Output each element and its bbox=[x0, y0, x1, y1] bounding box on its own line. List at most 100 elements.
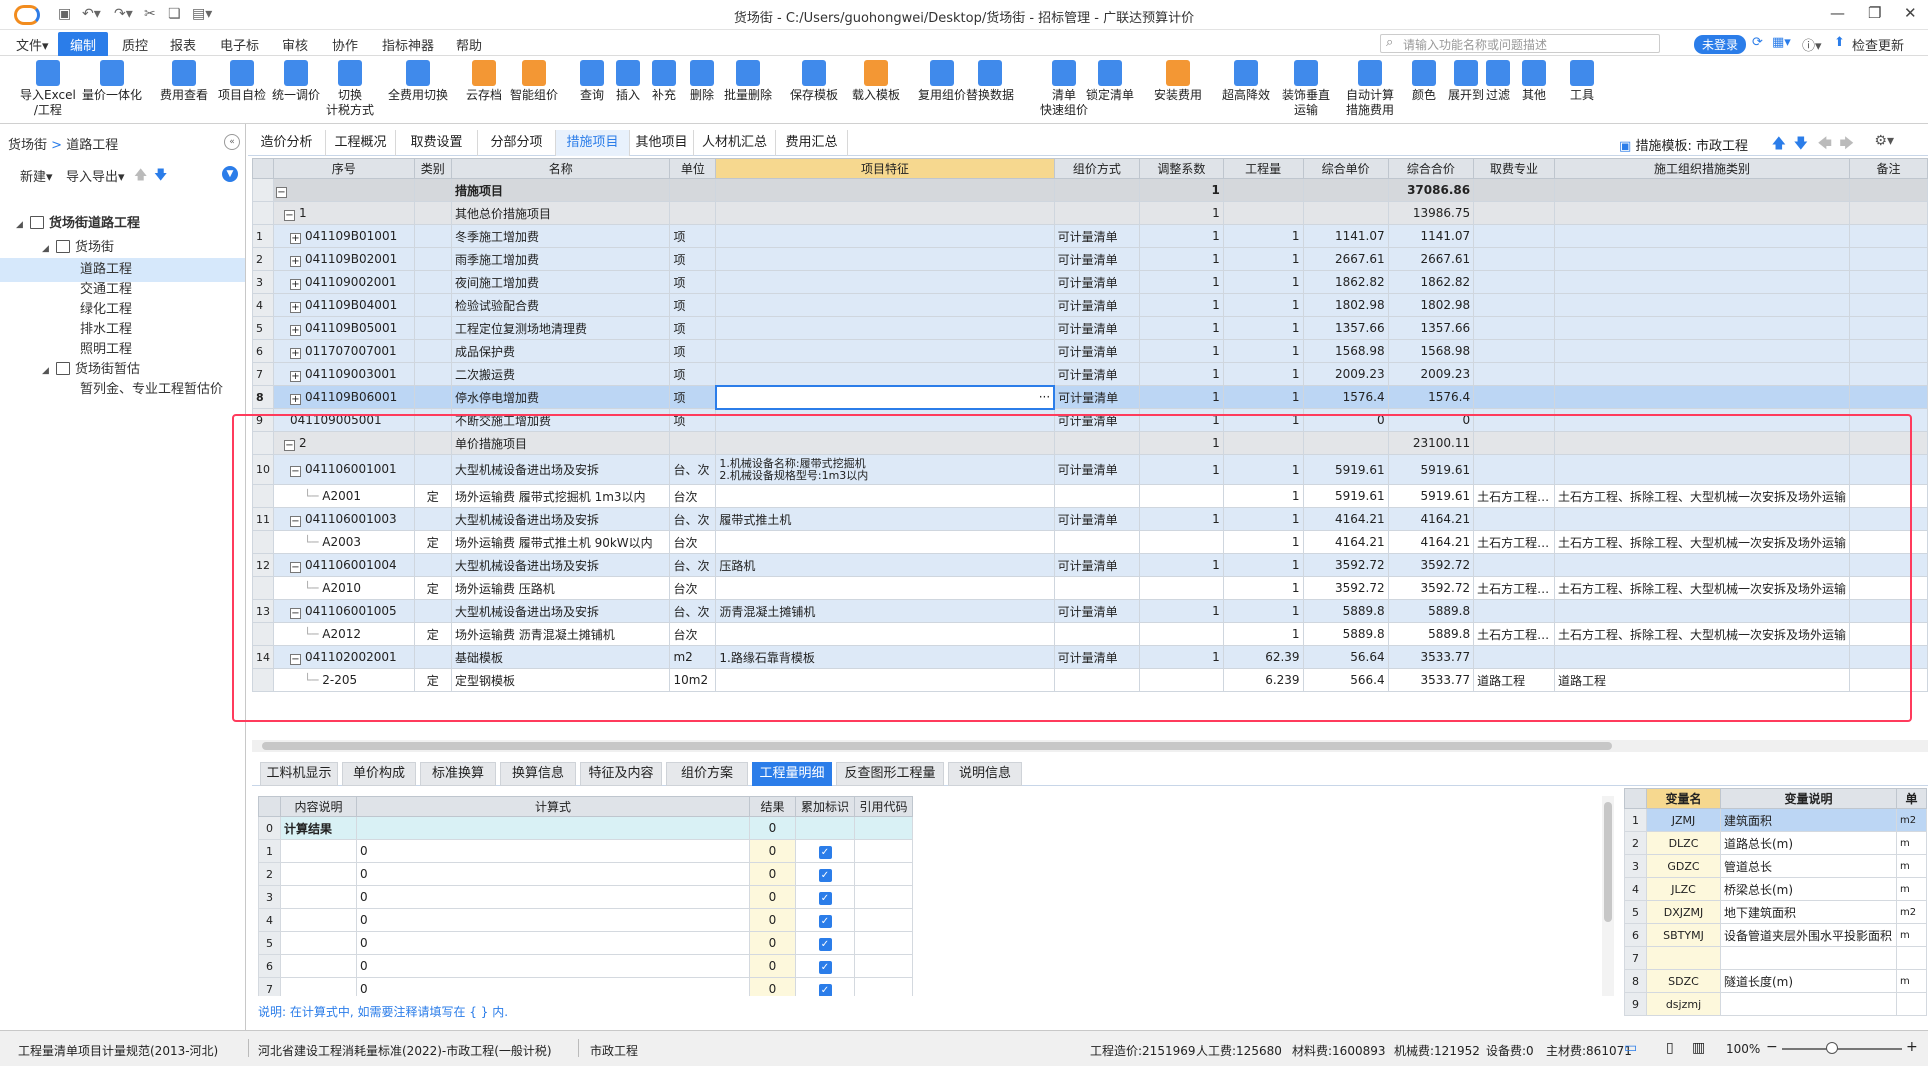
column-header[interactable]: 综合合价 bbox=[1387, 158, 1475, 179]
cell-measure[interactable]: 土石方工程、拆除工程、大型机械一次安拆及场外运输 bbox=[1554, 530, 1851, 554]
cell-code[interactable]: +041109003001 bbox=[273, 362, 415, 386]
table-row[interactable]: 11−041106001003 大型机械设备进出场及安拆 台、次 履带式推土机 可计量清… bbox=[252, 507, 1928, 531]
cell-spec[interactable] bbox=[1473, 507, 1556, 531]
horizontal-scrollbar[interactable] bbox=[252, 740, 1928, 752]
cell-note[interactable] bbox=[1849, 224, 1928, 248]
cell-description[interactable] bbox=[280, 885, 357, 909]
cell-measure[interactable] bbox=[1554, 293, 1851, 317]
cell-price[interactable]: 0 bbox=[1302, 408, 1389, 432]
cell-method[interactable]: 可计量清单 bbox=[1053, 293, 1141, 317]
collapse-minus-icon[interactable]: − bbox=[290, 515, 301, 527]
cell-unit[interactable]: 台次 bbox=[669, 622, 717, 646]
tab-1[interactable]: 工程概况 bbox=[326, 130, 396, 156]
cell-coef[interactable]: 1 bbox=[1139, 293, 1224, 317]
collapse-minus-icon[interactable]: − bbox=[290, 561, 301, 573]
toolbar-button-fee-view[interactable]: 费用查看 bbox=[160, 60, 208, 103]
cell-total[interactable]: 2667.61 bbox=[1387, 247, 1475, 271]
cell-qty[interactable]: 1 bbox=[1222, 224, 1304, 248]
table-row[interactable]: └─ A2003 定场外运输费 履带式推土机 90kW以内 台次 1 4164.21 41… bbox=[252, 530, 1928, 554]
cell-spec[interactable] bbox=[1473, 431, 1556, 455]
table-row[interactable]: 3 GDZC 管道总长 m bbox=[1624, 854, 1927, 878]
expand-all-icon[interactable]: ▼ bbox=[222, 166, 238, 182]
cell-formula[interactable]: 0 bbox=[356, 977, 750, 996]
expand-plus-icon[interactable]: + bbox=[290, 393, 301, 405]
expand-plus-icon[interactable]: + bbox=[290, 301, 301, 313]
expand-plus-icon[interactable]: + bbox=[290, 347, 301, 359]
table-row[interactable]: └─ A2001 定场外运输费 履带式挖掘机 1m3以内 台次 1 5919.61 591… bbox=[252, 484, 1928, 508]
cell-price[interactable]: 5889.8 bbox=[1302, 622, 1389, 646]
table-row[interactable]: 8 SDZC 隧道长度(m) m bbox=[1624, 969, 1927, 993]
cell-measure[interactable] bbox=[1554, 408, 1851, 432]
cell-code[interactable]: +041109B06001 bbox=[273, 385, 415, 409]
toolbar-button-full-fee[interactable]: 全费用切换 bbox=[388, 60, 448, 103]
cell-total[interactable]: 3592.72 bbox=[1387, 553, 1475, 577]
table-row[interactable]: 8 +041109B06001 停水停电增加费项 ··· 可计量清单 1 1 1576.4 15… bbox=[252, 384, 1928, 410]
expand-plus-icon[interactable]: + bbox=[290, 278, 301, 290]
cell-price[interactable]: 5889.8 bbox=[1302, 599, 1389, 623]
toolbar-button-tools[interactable]: 工具 bbox=[1570, 60, 1594, 103]
menu-edit[interactable]: 编制 bbox=[58, 32, 109, 57]
cell-feat[interactable] bbox=[715, 201, 1055, 225]
cell-code[interactable]: └─ A2001 bbox=[273, 484, 415, 508]
cell-coef[interactable]: 1 bbox=[1139, 178, 1224, 202]
toolbar-button-save-template[interactable]: 保存模板 bbox=[790, 60, 838, 103]
cell-cat[interactable] bbox=[413, 645, 452, 669]
cell-code[interactable]: +041109B01001 bbox=[273, 224, 415, 248]
toolbar-button-cloud-save[interactable]: 云存档 bbox=[466, 60, 502, 103]
checkbox-checked-icon[interactable]: ✓ bbox=[818, 960, 832, 974]
tab-0[interactable]: 造价分析 bbox=[248, 130, 326, 156]
settings-icon[interactable]: ⚙▾ bbox=[1874, 133, 1894, 149]
cell-variable-desc[interactable] bbox=[1720, 946, 1897, 970]
cell-price[interactable]: 56.64 bbox=[1302, 645, 1389, 669]
cell-unit[interactable] bbox=[669, 431, 717, 455]
cell-measure[interactable] bbox=[1554, 270, 1851, 294]
cell-coef[interactable] bbox=[1139, 576, 1224, 600]
cell-spec[interactable]: 土石方工程… bbox=[1473, 484, 1556, 508]
cell-accumulate[interactable]: ✓ bbox=[795, 931, 855, 955]
cell-code[interactable]: −041106001005 bbox=[273, 599, 415, 623]
cell-variable-name[interactable]: DLZC bbox=[1646, 831, 1721, 855]
cell-feat[interactable]: 1.机械设备名称:履带式挖掘机 2.机械设备规格型号:1m3以内 bbox=[715, 454, 1055, 485]
cell-cat[interactable] bbox=[413, 201, 452, 225]
tree-item[interactable]: ◢ 货场街 bbox=[0, 236, 245, 260]
cell-description[interactable] bbox=[280, 954, 357, 978]
detail-tab-4[interactable]: 特征及内容 bbox=[580, 762, 662, 786]
cell-measure[interactable] bbox=[1554, 385, 1851, 409]
cell-note[interactable] bbox=[1849, 362, 1928, 386]
info-icon[interactable]: ⓘ▾ bbox=[1802, 35, 1822, 54]
cell-spec[interactable]: 土石方工程… bbox=[1473, 576, 1556, 600]
cell-cat[interactable] bbox=[413, 270, 452, 294]
tab-2[interactable]: 取费设置 bbox=[396, 130, 478, 156]
cell-name[interactable]: 检验试验配合费 bbox=[450, 293, 671, 317]
cell-cat[interactable] bbox=[413, 316, 452, 340]
cell-method[interactable]: 可计量清单 bbox=[1053, 454, 1141, 485]
cell-price[interactable]: 1568.98 bbox=[1302, 339, 1389, 363]
scrollbar-thumb[interactable] bbox=[1604, 802, 1612, 922]
toolbar-button-replace-data[interactable]: 替换数据 bbox=[966, 60, 1014, 103]
table-row[interactable]: 6 +011707007001 成品保护费项可计量清单 1 1 1568.98 1568.9… bbox=[252, 339, 1928, 363]
cell-method[interactable]: 可计量清单 bbox=[1053, 224, 1141, 248]
layout-split-icon[interactable]: ▥ bbox=[1692, 1040, 1705, 1056]
cell-variable-desc[interactable]: 道路总长(m) bbox=[1720, 831, 1897, 855]
expand-plus-icon[interactable]: + bbox=[290, 324, 301, 336]
detail-tab-3[interactable]: 换算信息 bbox=[500, 762, 576, 786]
cell-total[interactable]: 5919.61 bbox=[1387, 454, 1475, 485]
toolbar-button-import-excel[interactable]: 导入Excel /工程 bbox=[20, 60, 76, 118]
column-header[interactable] bbox=[258, 796, 281, 817]
cell-total[interactable]: 1357.66 bbox=[1387, 316, 1475, 340]
cell-total[interactable]: 1141.07 bbox=[1387, 224, 1475, 248]
cell-coef[interactable]: 1 bbox=[1139, 362, 1224, 386]
cell-cat[interactable] bbox=[413, 178, 452, 202]
cell-code[interactable]: +041109B04001 bbox=[273, 293, 415, 317]
cell-price[interactable]: 566.4 bbox=[1302, 668, 1389, 692]
toolbar-button-lock[interactable]: 锁定清单 bbox=[1086, 60, 1134, 103]
expand-plus-icon[interactable]: + bbox=[290, 255, 301, 267]
cell-unit[interactable]: 项 bbox=[669, 362, 717, 386]
cell-cat[interactable] bbox=[413, 454, 452, 485]
column-header[interactable] bbox=[252, 158, 274, 179]
cell-feat[interactable] bbox=[715, 576, 1055, 600]
cell-feat[interactable]: ··· bbox=[714, 384, 1056, 410]
table-row[interactable]: 7 0 0 ✓ bbox=[258, 977, 913, 996]
cell-name[interactable]: 场外运输费 履带式推土机 90kW以内 bbox=[450, 530, 671, 554]
cell-cat[interactable] bbox=[413, 224, 452, 248]
